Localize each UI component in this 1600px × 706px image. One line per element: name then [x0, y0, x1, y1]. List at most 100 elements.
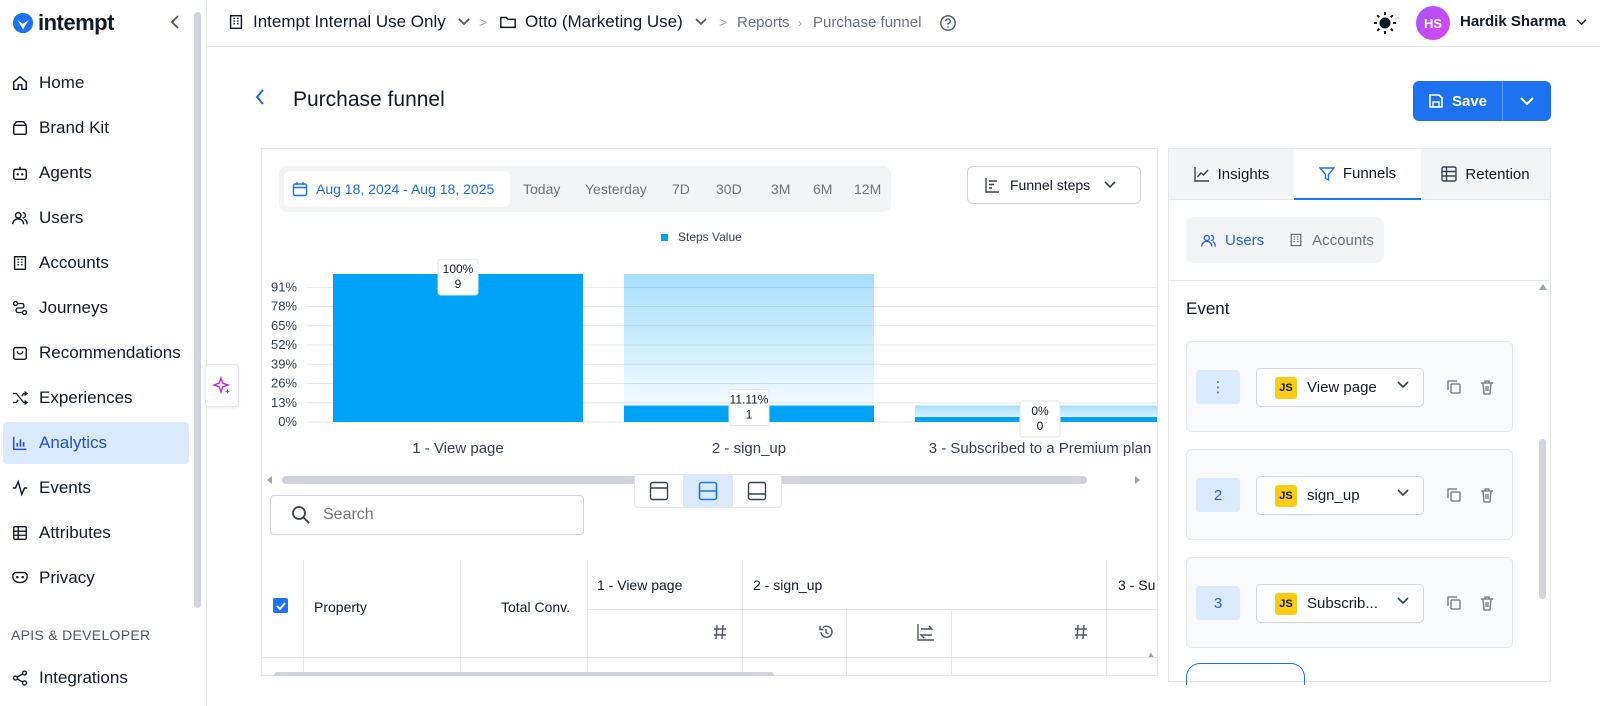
column-header-step2[interactable]: 2 - sign_up [753, 577, 822, 593]
data-label-value: 9 [455, 277, 462, 291]
step-event-select[interactable]: JS sign_up [1256, 476, 1424, 515]
project-name: Otto (Marketing Use) [525, 12, 683, 31]
x-category-label: 2 - sign_up [712, 440, 786, 457]
step-event-select[interactable]: JS Subscrib... [1256, 584, 1424, 623]
save-button[interactable]: Save [1413, 81, 1502, 121]
duplicate-icon[interactable] [1446, 487, 1462, 503]
sidebar-item-home[interactable]: Home [3, 62, 189, 104]
segment-accounts[interactable]: Accounts [1288, 232, 1374, 249]
insights-icon [1193, 167, 1209, 182]
scroll-up-icon[interactable] [1539, 284, 1547, 290]
events-icon [12, 479, 28, 497]
add-step-button[interactable] [1186, 663, 1305, 685]
user-menu[interactable]: Hardik Sharma [1460, 13, 1587, 30]
scroll-left-icon[interactable] [267, 476, 273, 484]
segment-users[interactable]: Users [1200, 232, 1264, 249]
breadcrumb-reports[interactable]: Reports [737, 0, 790, 44]
select-all-checkbox[interactable] [273, 598, 288, 613]
back-button[interactable] [254, 88, 266, 112]
users-icon [12, 211, 28, 225]
range-option-7d[interactable]: 7D [672, 181, 690, 197]
column-header-step1[interactable]: 1 - View page [597, 577, 682, 593]
chevron-down-icon [458, 18, 470, 26]
search-input[interactable] [323, 506, 553, 524]
logo[interactable]: intempt [12, 10, 114, 36]
sidebar-item-accounts[interactable]: Accounts [3, 242, 189, 284]
data-label-percent: 100% [443, 262, 474, 276]
sidebar-item-agents[interactable]: Agents [3, 152, 189, 194]
sidebar-item-integrations[interactable]: Integrations [3, 657, 189, 699]
column-header-step3[interactable]: 3 - Su [1118, 577, 1155, 593]
tab-retention[interactable]: Retention [1421, 149, 1550, 200]
trash-icon[interactable] [1479, 487, 1495, 503]
sidebar-item-experiences[interactable]: Experiences [3, 377, 189, 419]
funnel-steps-dropdown[interactable]: Funnel steps [967, 166, 1141, 204]
data-label-percent: 0% [1031, 404, 1049, 418]
org-switcher[interactable]: Intempt Internal Use Only [227, 0, 470, 44]
range-option-30d[interactable]: 30D [716, 181, 742, 197]
duplicate-icon[interactable] [1446, 595, 1462, 611]
ai-assistant-button[interactable] [205, 364, 239, 407]
sidebar-item-users[interactable]: Users [3, 197, 189, 239]
y-tick-label: 0% [278, 414, 297, 429]
chevron-down-icon [695, 18, 707, 26]
date-range-picker[interactable]: Aug 18, 2024 - Aug 18, 2025 [284, 171, 510, 207]
duplicate-icon[interactable] [1446, 379, 1462, 395]
save-label: Save [1451, 92, 1488, 110]
trash-icon[interactable] [1479, 379, 1495, 395]
range-option-12m[interactable]: 12M [854, 181, 881, 197]
hash-icon [1075, 624, 1087, 640]
conversion-icon [917, 624, 934, 641]
tab-funnels[interactable]: Funnels [1294, 149, 1421, 200]
step-drag-handle[interactable]: ⋮ [1196, 370, 1240, 404]
y-tick-label: 78% [271, 299, 297, 314]
sidebar-item-privacy[interactable]: Privacy [3, 557, 189, 599]
experiences-icon [12, 391, 29, 405]
y-tick-label: 39% [271, 356, 297, 371]
y-tick-label: 13% [271, 395, 297, 410]
sidebar-item-journeys[interactable]: Journeys [3, 287, 189, 329]
sidebar-item-recommendations[interactable]: Recommendations [3, 332, 189, 374]
breadcrumb-current-label: Purchase funnel [813, 13, 922, 31]
save-options-button[interactable] [1502, 81, 1551, 121]
step-event-name: sign_up [1307, 487, 1360, 504]
x-category-label: 1 - View page [412, 440, 503, 457]
table-scroll-arrows[interactable]: ▲ [1147, 650, 1155, 666]
table-horizontal-scrollbar[interactable] [274, 672, 774, 676]
trash-icon[interactable] [1479, 595, 1495, 611]
column-header-property[interactable]: Property [314, 599, 367, 615]
save-icon [1429, 94, 1443, 108]
layout-split-button[interactable] [684, 475, 733, 507]
sidebar-scrollbar[interactable] [194, 12, 201, 608]
step-event-select[interactable]: JS View page [1256, 368, 1424, 407]
range-option-6m[interactable]: 6M [813, 181, 832, 197]
panel-scrollbar[interactable] [1539, 439, 1546, 599]
data-label-percent: 11.11% [730, 393, 769, 407]
layout-chart-only-button[interactable] [635, 475, 684, 507]
range-option-yesterday[interactable]: Yesterday [585, 181, 647, 197]
topbar: Intempt Internal Use Only > Otto (Market… [207, 0, 1600, 47]
sidebar-item-analytics[interactable]: Analytics [3, 422, 189, 464]
theme-toggle-icon[interactable] [1373, 11, 1397, 35]
project-switcher[interactable]: Otto (Marketing Use) [499, 0, 707, 44]
breakdown-table: Property Total Conv. 1 - View page 2 - s… [262, 560, 1157, 676]
chevron-down-icon [1397, 489, 1409, 497]
sidebar-item-brand-kit[interactable]: Brand Kit [3, 107, 189, 149]
column-header-total[interactable]: Total Conv. [501, 599, 570, 615]
sidebar-item-events[interactable]: Events [3, 467, 189, 509]
scroll-right-icon[interactable] [1135, 476, 1141, 484]
sidebar-item-attributes[interactable]: Attributes [3, 512, 189, 554]
legend-swatch [661, 233, 668, 241]
funnel-step-card: 3 JS Subscrib... [1186, 557, 1513, 648]
collapse-sidebar-button[interactable] [165, 12, 185, 32]
user-name: Hardik Sharma [1460, 13, 1566, 30]
range-option-today[interactable]: Today [523, 181, 560, 197]
logo-mark-icon [12, 12, 34, 34]
help-icon[interactable] [939, 14, 957, 32]
layout-table-only-button[interactable] [733, 475, 781, 507]
tab-insights[interactable]: Insights [1169, 149, 1294, 200]
range-option-3m[interactable]: 3M [771, 181, 790, 197]
avatar[interactable]: HS [1416, 6, 1450, 40]
sidebar: intempt Home Brand Kit Agents Users Acco… [0, 0, 207, 706]
funnel-step-card: 2 JS sign_up [1186, 449, 1513, 540]
